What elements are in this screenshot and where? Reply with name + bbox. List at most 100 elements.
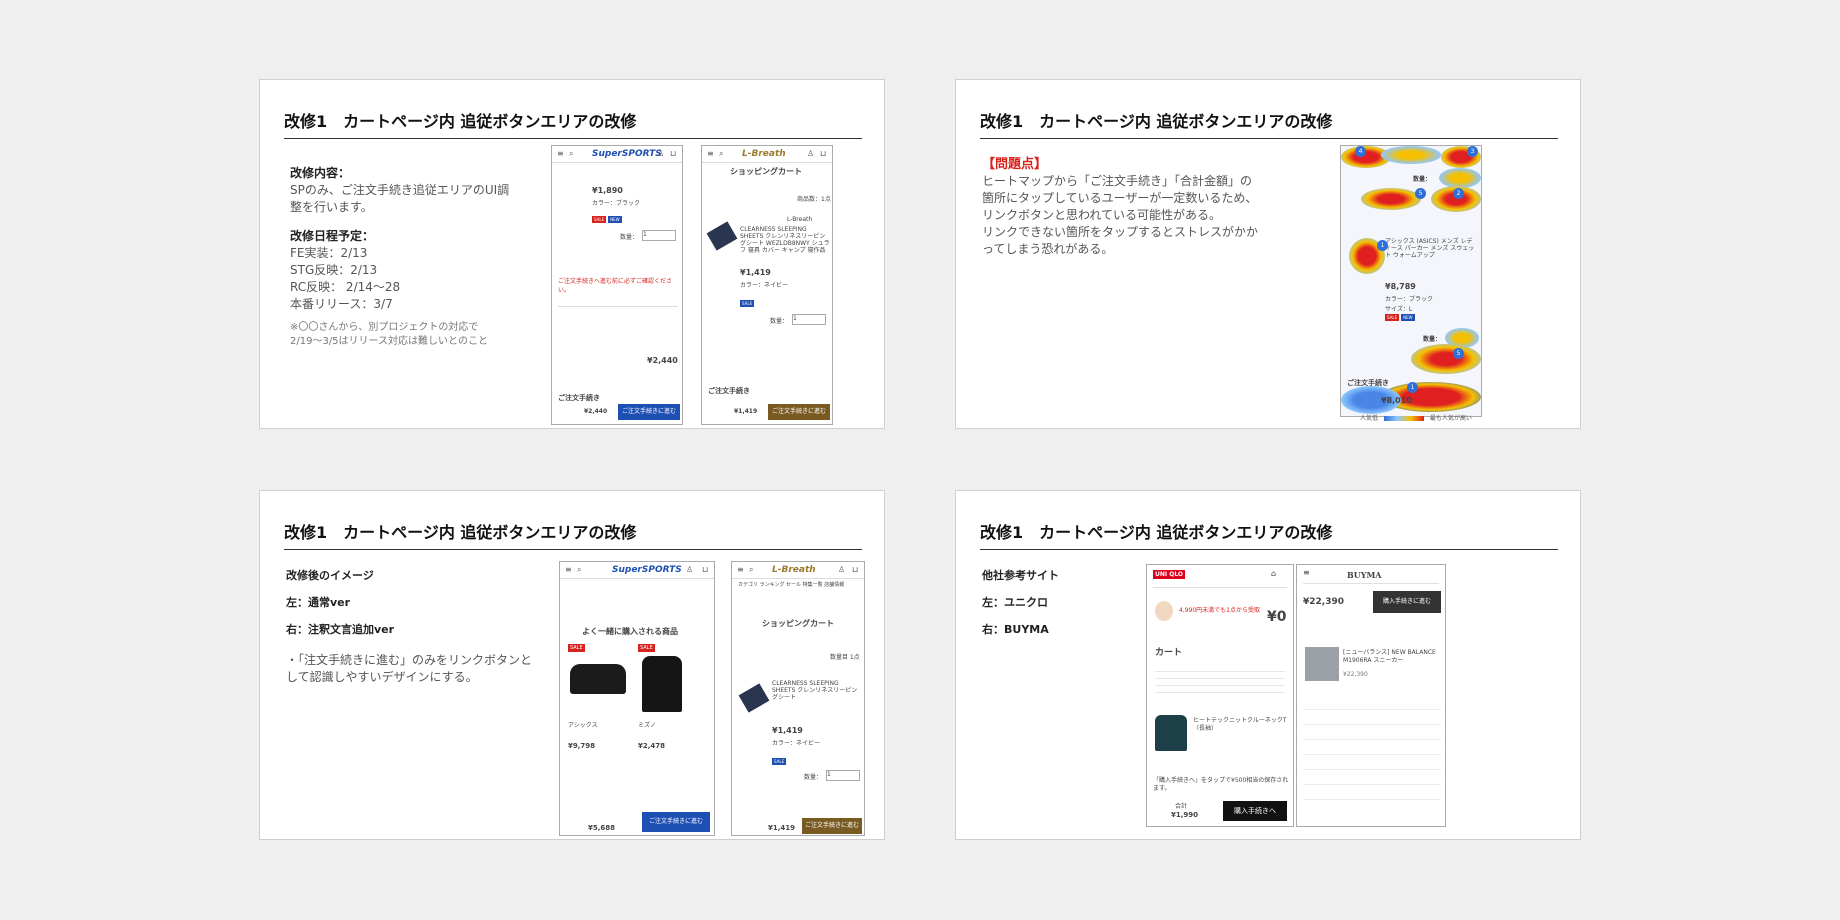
problem-line: リンクボタンと思われている可能性がある。 <box>982 208 1222 222</box>
qty-label: 数量： <box>620 234 639 241</box>
item-name: CLEARNESS SLEEPING SHEETS クレンリネスリーピングシート… <box>740 226 830 254</box>
checkout-button[interactable]: ご注文手続きに進む <box>618 404 680 420</box>
item-price: ¥1,419 <box>740 268 771 277</box>
click-pin: 1 <box>1407 382 1418 393</box>
slide-title: 改修1 カートページ内 追従ボタンエリアの改修 <box>284 519 862 550</box>
bullet-line: して認識しやすいデザインにする。 <box>286 670 478 684</box>
heat-spot <box>1411 344 1481 374</box>
item-tags: SALE <box>772 758 787 765</box>
phone-mockup-lbreath-new: ≡ ⌕ L-Breath ♙ ⊔ カテゴリ ランキング セール 特集一覧 店舗情… <box>731 561 865 836</box>
menu-icon: ≡ <box>737 565 744 574</box>
problem-heading: 【問題点】 <box>982 157 1048 172</box>
content-body: SPのみ、ご注文手続き追従エリアのUI調整を行います。 <box>290 183 510 214</box>
site-logo: UNI QLO <box>1153 570 1186 579</box>
item-name: CLEARNESS SLEEPING SHEETS クレンリネスリーピングシート <box>772 680 858 701</box>
cart-title: カート <box>1155 648 1183 658</box>
item-price: ¥2,478 <box>638 742 666 750</box>
schedule-item: STG反映：2/13 <box>290 263 378 277</box>
item-color: カラー：ネイビー <box>772 740 821 747</box>
problem-line: ヒートマップから「ご注文手続き」「合計金額」の <box>982 174 1253 188</box>
product-image <box>642 656 682 712</box>
account-icon[interactable]: ⌂ <box>1271 569 1276 578</box>
content-heading: 改修内容： <box>290 166 351 180</box>
item-count: 商品数：1点 <box>797 196 831 203</box>
slide-title: 改修1 カートページ内 追従ボタンエリアの改修 <box>284 108 862 139</box>
order-detail-rows <box>1303 695 1441 805</box>
left-label: 左：ユニクロ <box>982 596 1048 609</box>
right-label: 右：BUYMA <box>982 623 1049 636</box>
problem-line: ってしまう恐れがある。 <box>982 242 1114 256</box>
slide-3: 改修1 カートページ内 追従ボタンエリアの改修 改修後のイメージ 左：通常ver… <box>259 490 885 840</box>
checkout-button[interactable]: 購入手続きに進む <box>1373 591 1441 613</box>
cart-heading: ショッピングカート <box>762 619 834 628</box>
item-color: カラー：ネイビー <box>740 282 789 289</box>
phone-mockup-uniqlo: UNI QLO ⌂ 4,990円未満でも1点から受取 ¥0 カート ヒートテック… <box>1146 564 1294 827</box>
checkout-label: ご注文手続き <box>558 394 600 402</box>
category-nav[interactable]: カテゴリ ランキング セール 特集一覧 店舗情報 <box>738 581 844 588</box>
total-price: ¥2,440 <box>647 356 678 365</box>
click-pin: 5 <box>1453 348 1464 359</box>
schedule-heading: 改修日程予定： <box>290 229 375 243</box>
slide-4: 改修1 カートページ内 追従ボタンエリアの改修 他社参考サイト 左：ユニクロ 右… <box>955 490 1581 840</box>
section-heading: 改修後のイメージ <box>286 569 374 582</box>
bullet-line: ・「注文手続きに進む」のみをリンクボタンと <box>286 653 533 667</box>
item-name: アシックス (ASICS) メンズ レディース パーカー メンズ スウェット ウ… <box>1385 238 1475 259</box>
item-size: サイズ：L <box>1385 306 1413 313</box>
cart-icon: ⊔ <box>702 565 709 574</box>
promo-price: ¥0 <box>1267 609 1287 625</box>
menu-icon[interactable]: ≡ <box>1303 568 1310 577</box>
total-label: 合計 <box>1175 803 1188 810</box>
heatmap-mockup: 数量： アシックス (ASICS) メンズ レディース パーカー メンズ スウェ… <box>1340 145 1482 417</box>
user-icon: ♙ <box>657 149 665 158</box>
site-logo: SuperSPORTS <box>592 149 662 159</box>
item-brand: アシックス <box>568 722 598 729</box>
product-image <box>706 221 738 251</box>
item-color: カラー：ブラック <box>1385 296 1434 303</box>
phone-mockup-supersports: ≡ ⌕ SuperSPORTS ♙ ⊔ ¥1,890 カラー：ブラック SALE… <box>551 145 683 425</box>
checkout-button[interactable]: ご注文手続きに進む <box>768 404 830 420</box>
item-price: ¥9,798 <box>568 742 596 750</box>
qty-select[interactable]: 1 <box>826 770 860 781</box>
product-image <box>570 664 626 694</box>
qty-select[interactable]: 1 <box>642 230 676 241</box>
phone-header: ≡ ⌕ L-Breath ♙ ⊔ <box>732 562 864 579</box>
recommend-heading: よく一緒に購入される商品 <box>582 627 678 636</box>
item-price: ¥1,890 <box>592 186 623 195</box>
phone-header: ≡ ⌕ SuperSPORTS ♙ ⊔ <box>560 562 714 579</box>
section-heading: 他社参考サイト <box>982 569 1059 582</box>
item-name: ヒートテックニットクルーネックT（長袖） <box>1193 717 1287 732</box>
item-brand: ミズノ <box>638 722 657 729</box>
heat-spot <box>1361 188 1421 210</box>
checkout-button[interactable]: ご注文手続きに進む <box>802 818 862 834</box>
cart-icon: ⊔ <box>852 565 859 574</box>
phone-header: ≡ ⌕ SuperSPORTS ♙ ⊔ <box>552 146 682 163</box>
item-tags: SALE <box>740 300 755 307</box>
schedule-item: RC反映： 2/14〜28 <box>290 280 401 294</box>
qty-select[interactable]: 1 <box>792 314 826 325</box>
checkout-label: ご注文手続き <box>708 387 750 395</box>
phone-mockup-supersports-new: ≡ ⌕ SuperSPORTS ♙ ⊔ よく一緒に購入される商品 SALE SA… <box>559 561 715 836</box>
search-icon: ⌕ <box>749 565 754 574</box>
cart-icon: ⊔ <box>670 149 677 158</box>
qty-label: 数量： <box>770 318 789 325</box>
sale-badge: SALE <box>568 644 585 652</box>
footer-price: ¥2,440 <box>584 408 608 415</box>
total-price: ¥1,990 <box>1171 811 1199 819</box>
qty-label: 数量： <box>804 774 823 781</box>
footer-price: ¥5,688 <box>588 824 616 832</box>
checkout-button[interactable]: ご注文手続きに進む <box>642 812 710 832</box>
item-price: ¥8,789 <box>1385 282 1416 291</box>
schedule-item: 本番リリース：3/7 <box>290 297 393 311</box>
search-icon: ⌕ <box>577 565 582 574</box>
left-label: 左：通常ver <box>286 596 351 609</box>
click-pin: 5 <box>1415 188 1426 199</box>
slide-2: 改修1 カートページ内 追従ボタンエリアの改修 【問題点】 ヒートマップから「ご… <box>955 79 1581 429</box>
promo-illustration <box>1155 601 1173 621</box>
checkout-button[interactable]: 購入手続きへ <box>1223 801 1287 821</box>
sale-badge: SALE <box>638 644 655 652</box>
site-logo: BUYMA <box>1347 570 1382 580</box>
item-price: ¥1,419 <box>772 726 803 735</box>
click-pin: 2 <box>1453 188 1464 199</box>
site-logo: L-Breath <box>772 565 816 575</box>
slide-title: 改修1 カートページ内 追従ボタンエリアの改修 <box>980 519 1558 550</box>
